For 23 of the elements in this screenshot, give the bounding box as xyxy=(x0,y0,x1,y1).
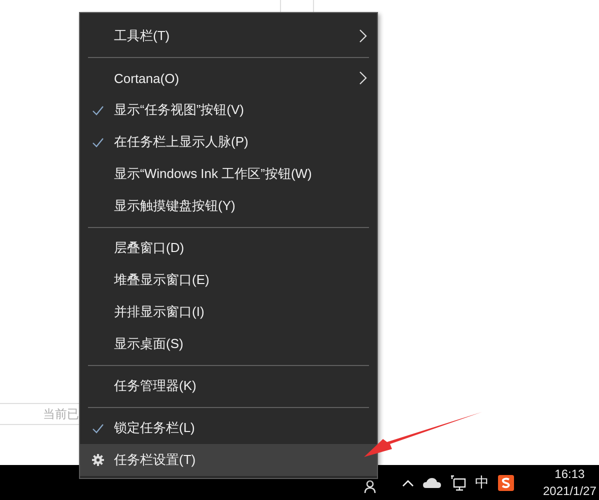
caret-up-icon[interactable] xyxy=(402,478,414,486)
menu-item[interactable]: 在任务栏上显示人脉(P) xyxy=(80,126,377,158)
menu-item[interactable]: 层叠窗口(D) xyxy=(80,232,377,264)
ime-logo-icon[interactable] xyxy=(498,474,514,490)
menu-item[interactable]: 并排显示窗口(I) xyxy=(80,296,377,328)
menu-item[interactable]: 锁定任务栏(L) xyxy=(80,412,377,444)
network-icon[interactable] xyxy=(450,474,466,490)
menu-item[interactable]: 显示桌面(S) xyxy=(80,328,377,360)
people-icon[interactable] xyxy=(364,480,376,494)
input-method-indicator[interactable]: 中 xyxy=(475,474,489,492)
status-text: 当前已 xyxy=(43,406,79,422)
menu-item[interactable]: 显示触摸键盘按钮(Y) xyxy=(80,190,377,222)
clock-time[interactable]: 16:13 xyxy=(554,466,585,482)
menu-item[interactable]: 显示“Windows Ink 工作区”按钮(W) xyxy=(80,158,377,190)
menu-item[interactable]: 任务栏设置(T) xyxy=(80,444,377,476)
menu-item[interactable]: 任务管理器(K) xyxy=(80,370,377,402)
menu-item[interactable]: 显示“任务视图”按钮(V) xyxy=(80,94,377,126)
menu-item[interactable]: Cortana(O) xyxy=(80,62,377,94)
clock-date[interactable]: 2021/1/27 xyxy=(543,482,596,500)
cloud-icon[interactable] xyxy=(423,477,441,488)
settings-icon xyxy=(92,454,104,466)
menu-item[interactable]: 堆叠显示窗口(E) xyxy=(80,264,377,296)
menu-item[interactable]: 工具栏(T) xyxy=(80,20,377,52)
